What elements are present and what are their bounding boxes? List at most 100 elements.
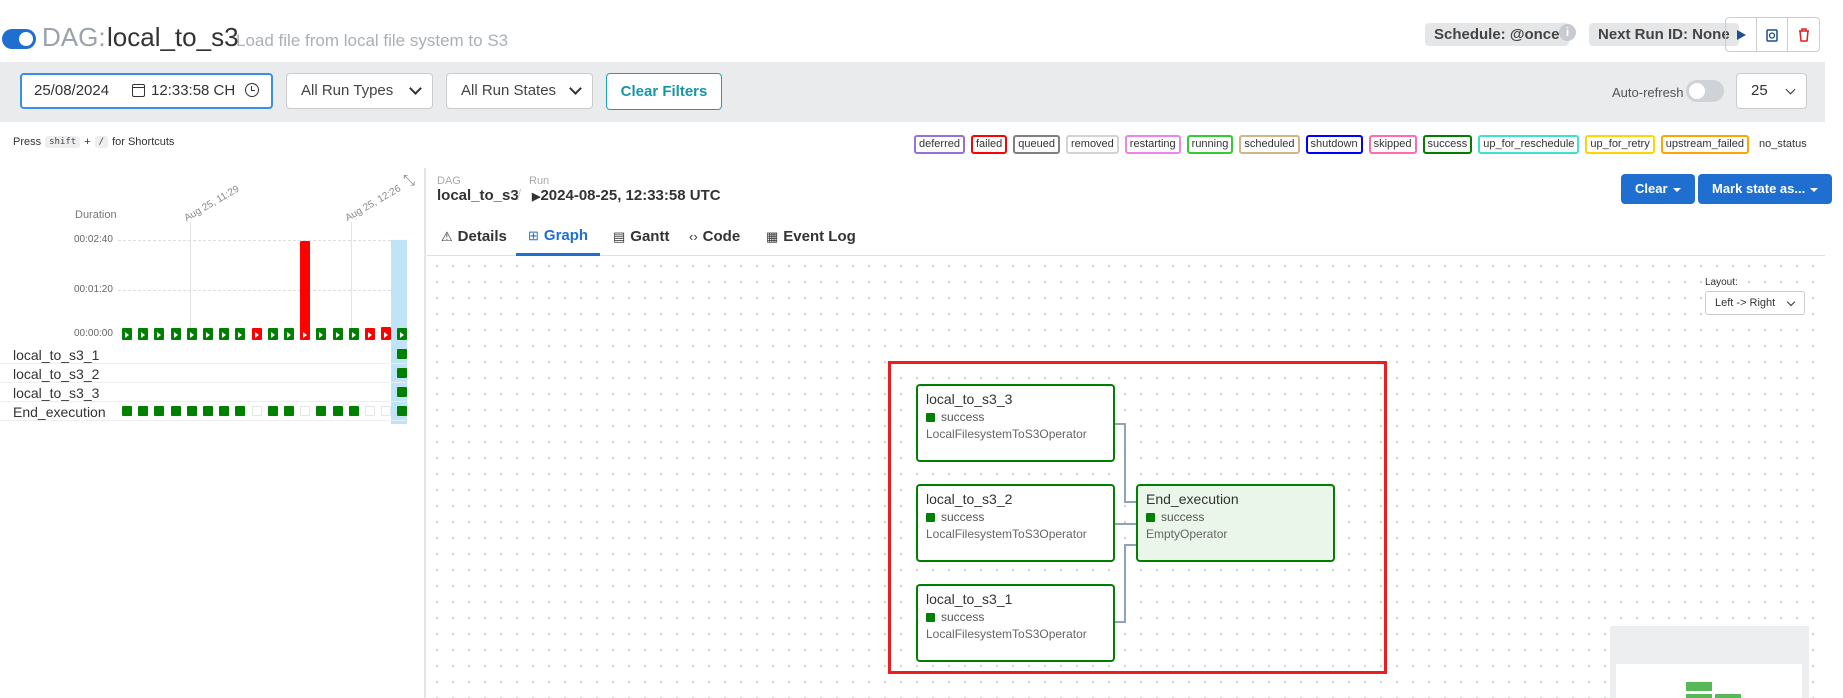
- task-instance-cell[interactable]: [332, 406, 343, 416]
- auto-refresh-toggle[interactable]: [1686, 80, 1724, 102]
- task-instance-cell[interactable]: [186, 406, 197, 416]
- clear-button-label: Clear: [1635, 181, 1668, 196]
- legend-state-restarting[interactable]: restarting: [1124, 135, 1181, 154]
- breadcrumb-dag[interactable]: local_to_s3: [437, 187, 519, 204]
- layout-label: Layout:: [1705, 277, 1738, 288]
- tab-event-log[interactable]: ▦ Event Log: [766, 218, 856, 256]
- runs-count-select[interactable]: 25: [1736, 73, 1807, 109]
- legend-state-up-for-reschedule[interactable]: up_for_reschedule: [1478, 135, 1580, 154]
- run-bar[interactable]: [154, 328, 165, 340]
- refresh-dag-button[interactable]: [1757, 18, 1788, 51]
- chevron-down-icon: [1786, 297, 1796, 307]
- info-icon[interactable]: i: [1559, 24, 1576, 41]
- task-instance-cell[interactable]: [381, 406, 392, 416]
- legend-state-skipped[interactable]: skipped: [1368, 135, 1417, 154]
- layout-select[interactable]: Left -> Right: [1705, 291, 1805, 315]
- task-row[interactable]: local_to_s3_1: [0, 345, 408, 364]
- run-bar[interactable]: [219, 328, 230, 340]
- task-instance-cell[interactable]: [284, 406, 294, 416]
- run-bar[interactable]: [348, 328, 359, 340]
- task-instance-cell[interactable]: [397, 349, 408, 359]
- run-bar[interactable]: [397, 328, 408, 340]
- legend-state-queued[interactable]: queued: [1013, 135, 1060, 154]
- highlight-box: [888, 361, 1387, 674]
- warning-icon: ⚠: [441, 229, 453, 244]
- caret-down-icon: [1810, 187, 1819, 192]
- run-types-select[interactable]: All Run Types: [286, 73, 433, 109]
- task-instance-cell[interactable]: [267, 406, 278, 416]
- run-bar[interactable]: [381, 326, 392, 340]
- task-instance-cell[interactable]: [138, 406, 149, 416]
- task-instance-cell[interactable]: [203, 406, 213, 416]
- legend-state-up-for-retry[interactable]: up_for_retry: [1585, 135, 1655, 154]
- run-bar[interactable]: [235, 328, 246, 340]
- tab-graph[interactable]: ⊞ Graph: [516, 218, 601, 256]
- detail-tabs: ⚠ Details ⊞ Graph ▤ Gantt ‹› Code ▦ Event Log: [427, 218, 1825, 256]
- run-bar[interactable]: [332, 328, 343, 340]
- task-instance-cell[interactable]: [300, 406, 311, 416]
- breadcrumb-run[interactable]: ▶2024-08-25, 12:33:58 UTC: [532, 187, 721, 204]
- clear-button[interactable]: Clear: [1621, 174, 1695, 204]
- legend-state-success[interactable]: success: [1422, 135, 1473, 154]
- run-id: 2024-08-25, 12:33:58 UTC: [540, 187, 721, 204]
- play-icon: [270, 332, 275, 338]
- run-bar[interactable]: [138, 328, 149, 340]
- task-instance-cell[interactable]: [365, 406, 375, 416]
- dag-action-buttons: [1725, 17, 1820, 52]
- task-instance-cell[interactable]: [235, 406, 246, 416]
- tab-code[interactable]: ‹› Code: [689, 218, 740, 256]
- task-instance-cell[interactable]: [154, 406, 165, 416]
- run-bar[interactable]: [267, 328, 278, 340]
- run-bar[interactable]: [251, 328, 262, 340]
- task-instance-cell[interactable]: [397, 387, 408, 397]
- play-icon: [368, 332, 372, 338]
- task-row[interactable]: End_execution: [0, 402, 408, 421]
- graph-minimap[interactable]: [1610, 626, 1809, 698]
- clock-icon[interactable]: [245, 83, 259, 97]
- tab-details[interactable]: ⚠ Details: [441, 218, 507, 256]
- task-instance-cell[interactable]: [251, 406, 262, 416]
- trigger-dag-button[interactable]: [1726, 18, 1757, 51]
- legend-state-shutdown[interactable]: shutdown: [1305, 135, 1363, 154]
- play-icon: [173, 332, 178, 338]
- task-instance-cell[interactable]: [397, 368, 408, 378]
- calendar-icon[interactable]: [132, 84, 145, 97]
- run-bar[interactable]: [170, 328, 181, 340]
- task-instance-cell[interactable]: [397, 406, 408, 416]
- panel-divider[interactable]: [424, 168, 426, 698]
- task-instance-cell[interactable]: [316, 406, 327, 416]
- mark-state-button[interactable]: Mark state as...: [1698, 174, 1833, 204]
- delete-dag-button[interactable]: [1788, 18, 1819, 51]
- task-instance-cell[interactable]: [219, 406, 230, 416]
- minimap-node: [1715, 694, 1741, 698]
- base-date-input[interactable]: 25/08/2024 12:33:58 CH: [20, 73, 273, 109]
- dag-pause-toggle[interactable]: [2, 29, 36, 49]
- task-instance-cell[interactable]: [122, 406, 132, 416]
- task-instance-cell[interactable]: [348, 406, 359, 416]
- slash-key: /: [94, 136, 109, 148]
- task-row[interactable]: local_to_s3_2: [0, 364, 408, 383]
- run-bar[interactable]: [300, 240, 311, 340]
- legend-state-deferred[interactable]: deferred: [914, 135, 965, 154]
- collapse-icon[interactable]: ⤡: [403, 172, 415, 189]
- run-bar[interactable]: [365, 328, 375, 340]
- run-bar[interactable]: [203, 328, 213, 340]
- run-bar[interactable]: [284, 328, 294, 340]
- tab-label: Gantt: [630, 228, 670, 245]
- task-row[interactable]: local_to_s3_3: [0, 383, 408, 402]
- legend-state-no-status[interactable]: no_status: [1755, 135, 1811, 154]
- tab-gantt[interactable]: ▤ Gantt: [613, 218, 669, 256]
- clear-filters-button[interactable]: Clear Filters: [606, 73, 722, 110]
- event-log-icon: ▦: [766, 229, 779, 244]
- run-bar[interactable]: [316, 328, 327, 340]
- run-bar[interactable]: [122, 328, 132, 340]
- run-states-select[interactable]: All Run States: [446, 73, 593, 109]
- legend-state-removed[interactable]: removed: [1066, 135, 1119, 154]
- legend-state-failed[interactable]: failed: [970, 135, 1008, 154]
- legend-state-upstream-failed[interactable]: upstream_failed: [1660, 135, 1749, 154]
- legend-state-scheduled[interactable]: scheduled: [1239, 135, 1300, 154]
- legend-state-running[interactable]: running: [1186, 135, 1234, 154]
- play-icon: [335, 332, 340, 338]
- task-instance-cell[interactable]: [170, 406, 181, 416]
- run-bar[interactable]: [186, 328, 197, 340]
